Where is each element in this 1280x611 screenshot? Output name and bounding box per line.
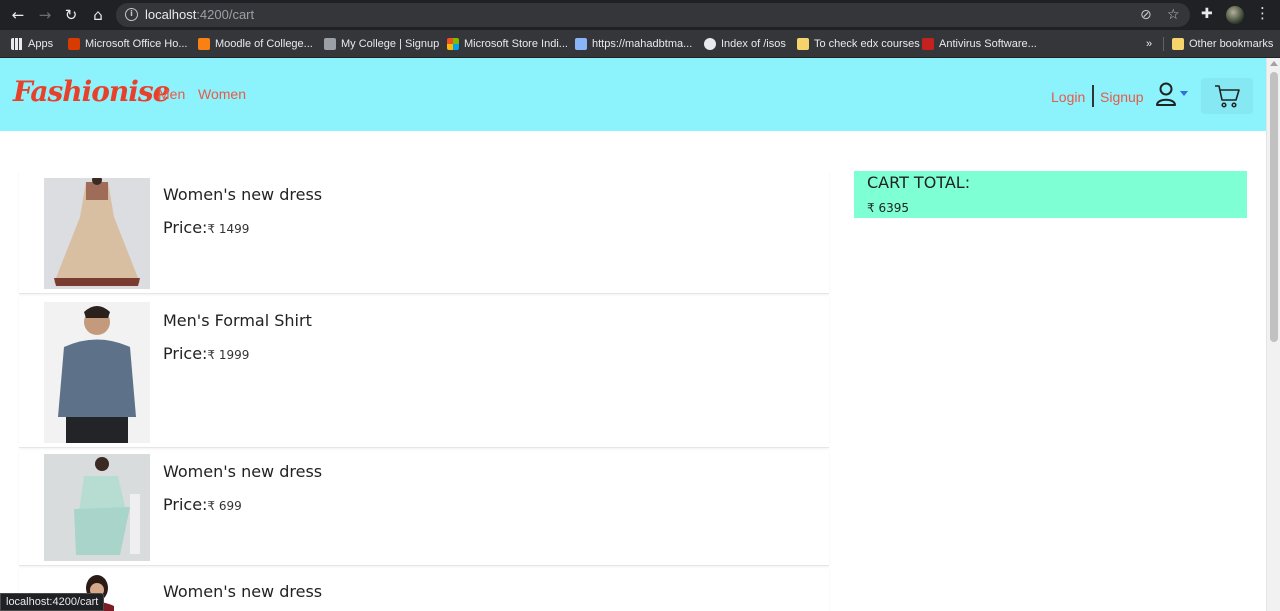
- other-bookmarks[interactable]: Other bookmarks: [1172, 35, 1273, 53]
- bookmarks-divider: [1163, 37, 1164, 51]
- price-value: ₹ 1499: [207, 222, 250, 236]
- address-bar[interactable]: i localhost:4200/cart ⊘ ☆: [116, 3, 1190, 27]
- apps-grid-icon: [11, 38, 23, 50]
- item-price: Price:₹ 699: [163, 495, 242, 514]
- more-bookmarks-button[interactable]: »: [1146, 35, 1152, 53]
- cart-item: Women's new dress: [19, 569, 829, 611]
- folder-icon: [1172, 38, 1184, 50]
- bookmark-mahadbt[interactable]: https://mahadbtma...: [575, 35, 692, 53]
- menu-kebab-icon[interactable]: ⋮: [1255, 4, 1270, 22]
- bookmark-antivirus[interactable]: Antivirus Software...: [922, 35, 1037, 53]
- profile-avatar[interactable]: [1226, 6, 1244, 24]
- eye-off-icon[interactable]: ⊘: [1140, 7, 1152, 23]
- bookmark-label: https://mahadbtma...: [592, 38, 693, 50]
- price-value: ₹ 1999: [207, 348, 250, 362]
- bookmark-edx[interactable]: To check edx courses: [797, 35, 920, 53]
- bookmark-label: To check edx courses: [814, 38, 920, 50]
- bookmark-college[interactable]: My College | Signup: [324, 35, 439, 53]
- item-title[interactable]: Men's Formal Shirt: [163, 311, 312, 330]
- folder-icon: [797, 38, 809, 50]
- scroll-up-arrow-icon[interactable]: [1270, 61, 1278, 66]
- product-image-womens-dress-floral[interactable]: [44, 454, 150, 561]
- cart-total-panel: CART TOTAL: ₹ 6395: [854, 171, 1247, 218]
- microsoft-icon: [447, 38, 459, 50]
- item-title[interactable]: Women's new dress: [163, 582, 322, 601]
- moodle-icon: [198, 38, 210, 50]
- cart-total-title: CART TOTAL:: [867, 173, 971, 192]
- login-link[interactable]: Login: [1051, 89, 1085, 105]
- bookmark-office[interactable]: Microsoft Office Ho...: [68, 35, 188, 53]
- bookmark-isos[interactable]: Index of /isos: [704, 35, 786, 53]
- bookmark-label: Other bookmarks: [1189, 38, 1274, 50]
- site-logo[interactable]: Fashionise: [13, 75, 170, 108]
- scrollbar-thumb[interactable]: [1270, 72, 1278, 342]
- auth-divider: [1092, 85, 1094, 107]
- office-icon: [68, 38, 80, 50]
- bookmark-label: Index of /isos: [721, 38, 786, 50]
- item-title[interactable]: Women's new dress: [163, 462, 322, 481]
- bookmarks-bar: Apps Microsoft Office Ho... Moodle of Co…: [0, 30, 1280, 58]
- cart-item: Men's Formal Shirt Price:₹ 1999: [19, 297, 829, 448]
- forward-arrow-icon[interactable]: →: [34, 5, 56, 25]
- extensions-puzzle-icon[interactable]: ✚: [1201, 6, 1213, 22]
- cart-button[interactable]: [1201, 78, 1253, 114]
- home-icon[interactable]: ⌂: [87, 5, 109, 25]
- cart-total-value: ₹ 6395: [867, 201, 909, 215]
- antivirus-icon: [922, 38, 934, 50]
- signup-link[interactable]: Signup: [1100, 89, 1144, 105]
- product-image-womens-dress[interactable]: [44, 178, 150, 289]
- bookmark-apps[interactable]: Apps: [11, 35, 53, 53]
- document-icon: [575, 38, 587, 50]
- chevron-double-right-icon: »: [1146, 38, 1153, 50]
- item-price: Price:₹ 1999: [163, 344, 250, 363]
- page-content: Fashionise Men Women Login Signup Women'…: [0, 58, 1266, 611]
- price-value: ₹ 699: [207, 499, 242, 513]
- bookmark-label: My College | Signup: [341, 38, 440, 50]
- bookmark-moodle[interactable]: Moodle of College...: [198, 35, 313, 53]
- page-scrollbar[interactable]: [1266, 58, 1280, 611]
- cart-item: Women's new dress Price:₹ 1499: [19, 171, 829, 294]
- bookmark-ms-store[interactable]: Microsoft Store Indi...: [447, 35, 568, 53]
- bookmark-label: Microsoft Office Ho...: [85, 38, 188, 50]
- item-title[interactable]: Women's new dress: [163, 185, 322, 204]
- product-image-mens-shirt[interactable]: [44, 302, 150, 443]
- cart-item: Women's new dress Price:₹ 699: [19, 451, 829, 566]
- site-navbar: Fashionise Men Women Login Signup: [0, 58, 1266, 131]
- bookmark-label: Microsoft Store Indi...: [464, 38, 568, 50]
- item-price: Price:₹ 1499: [163, 218, 250, 237]
- chevron-down-icon[interactable]: [1180, 91, 1188, 96]
- user-icon[interactable]: [1155, 82, 1177, 106]
- bookmark-label: Antivirus Software...: [939, 38, 1037, 50]
- shopping-cart-icon: [1215, 85, 1240, 108]
- site-info-icon[interactable]: i: [125, 8, 138, 21]
- globe-icon: [704, 38, 716, 50]
- back-arrow-icon[interactable]: ←: [7, 5, 29, 25]
- cart-items-list: Women's new dress Price:₹ 1499 Men's For…: [19, 171, 829, 611]
- bookmark-label: Apps: [28, 38, 54, 50]
- bookmark-star-icon[interactable]: ☆: [1167, 7, 1180, 23]
- reload-icon[interactable]: ↻: [60, 5, 82, 25]
- college-icon: [324, 38, 336, 50]
- url-text[interactable]: localhost:4200/cart: [145, 7, 254, 22]
- link-status-bar: localhost:4200/cart: [0, 593, 105, 611]
- browser-toolbar: ← → ↻ ⌂ i localhost:4200/cart ⊘ ☆ ✚ ⋮: [0, 0, 1280, 30]
- bookmark-label: Moodle of College...: [215, 38, 313, 50]
- nav-link-women[interactable]: Women: [198, 86, 246, 102]
- nav-link-men[interactable]: Men: [158, 86, 185, 102]
